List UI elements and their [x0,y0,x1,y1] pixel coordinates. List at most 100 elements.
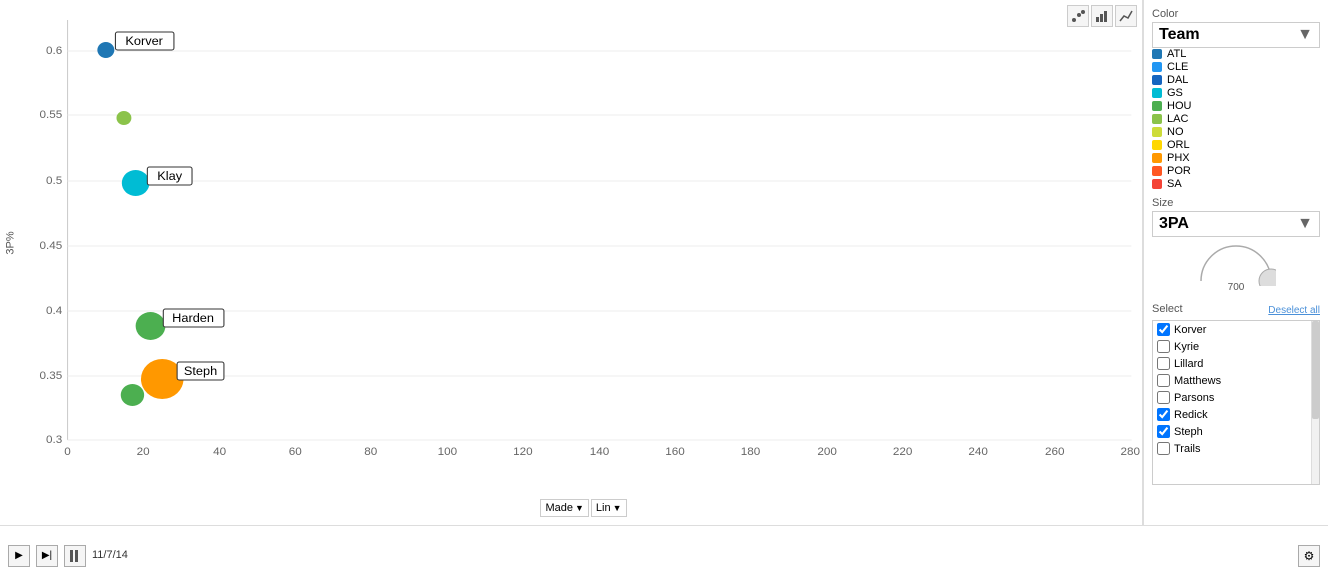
chart-area: 3P% 0.6 0.55 0.5 0.45 [0,0,1143,525]
chart-toolbar [1067,5,1137,27]
checkbox-parsons[interactable] [1157,391,1170,404]
x-scale-dropdown[interactable]: Lin ▼ [591,499,627,517]
select-item-kyrie[interactable]: Kyrie [1153,338,1319,355]
svg-text:Korver: Korver [125,34,163,48]
svg-text:Klay: Klay [157,169,183,183]
date-label: 11/7/14 [92,549,1292,561]
pause-button[interactable] [64,545,86,567]
legend-label-atl: ATL [1167,48,1186,60]
settings-button[interactable]: ⚙ [1298,545,1320,567]
legend-dot-gs [1152,88,1162,98]
checkbox-redick[interactable] [1157,408,1170,421]
data-point-unlabeled2[interactable] [121,384,144,406]
legend-label-dal: DAL [1167,74,1188,86]
svg-text:100: 100 [438,446,458,458]
play-button[interactable]: ▶ [8,545,30,567]
legend-label-phx: PHX [1167,152,1190,164]
legend-lac: LAC [1152,113,1320,125]
color-legend-list: ATL CLE DAL GS HOU [1152,48,1320,190]
legend-label-lac: LAC [1167,113,1188,125]
svg-text:160: 160 [665,446,685,458]
svg-text:140: 140 [590,446,610,458]
data-point-klay[interactable] [122,170,150,196]
svg-text:80: 80 [364,446,377,458]
legend-dot-por [1152,166,1162,176]
select-item-lillard[interactable]: Lillard [1153,355,1319,372]
bar-chart-button[interactable] [1091,5,1113,27]
svg-text:200: 200 [817,446,837,458]
svg-text:20: 20 [137,446,150,458]
select-item-label-steph: Steph [1174,426,1203,438]
svg-text:0: 0 [64,446,71,458]
play-icon: ▶ [15,550,23,561]
legend-label-no: NO [1167,126,1184,138]
select-item-label-lillard: Lillard [1174,358,1203,370]
legend-label-por: POR [1167,165,1191,177]
svg-text:260: 260 [1045,446,1065,458]
data-point-harden[interactable] [136,312,166,340]
y-axis-label: 3P% [5,231,17,254]
legend-label-hou: HOU [1167,100,1191,112]
select-label: Select [1152,303,1183,315]
legend-label-cle: CLE [1167,61,1188,73]
data-point-unlabeled1[interactable] [116,111,131,125]
svg-text:60: 60 [289,446,302,458]
bottom-bar: ▶ ▶| 11/7/14 ⚙ [0,525,1328,585]
checkbox-korver[interactable] [1157,323,1170,336]
legend-dot-orl [1152,140,1162,150]
select-list-wrapper[interactable]: KorverKyrie Lillard MatthewsParsonsRedick S… [1152,320,1320,485]
legend-sa: SA [1152,178,1320,190]
x-scale-label: Lin [596,502,611,514]
pause-icon [70,550,80,562]
select-item-korver[interactable]: Korver [1153,321,1319,338]
legend-por: POR [1152,165,1320,177]
color-label: Color [1152,8,1320,20]
x-axis-dropdown-arrow: ▼ [575,503,584,513]
checkbox-matthews[interactable] [1157,374,1170,387]
line-chart-button[interactable] [1115,5,1137,27]
data-point-korver[interactable] [97,42,114,58]
checkbox-lillard[interactable] [1157,357,1170,370]
size-dropdown-arrow: ▼ [1297,215,1313,233]
checkbox-kyrie[interactable] [1157,340,1170,353]
legend-dot-lac [1152,114,1162,124]
select-header: Select Deselect all [1152,303,1320,317]
svg-text:0.4: 0.4 [46,305,62,317]
svg-text:40: 40 [213,446,226,458]
checkbox-trails[interactable] [1157,442,1170,455]
select-item-matthews[interactable]: Matthews [1153,372,1319,389]
legend-dot-atl [1152,49,1162,59]
color-dropdown[interactable]: Team ▼ [1152,22,1320,48]
select-item-redick[interactable]: Redick [1153,406,1319,423]
svg-text:240: 240 [968,446,988,458]
svg-text:220: 220 [893,446,913,458]
size-dropdown[interactable]: 3PA ▼ [1152,211,1320,237]
legend-dal: DAL [1152,74,1320,86]
size-arc: 700 [1152,241,1320,293]
select-item-steph[interactable]: Steph [1153,423,1319,440]
legend-dot-hou [1152,101,1162,111]
size-max-value: 700 [1228,282,1245,293]
size-section: Size 3PA ▼ 700 [1152,197,1320,297]
legend-phx: PHX [1152,152,1320,164]
checkbox-steph[interactable] [1157,425,1170,438]
x-scale-dropdown-arrow: ▼ [613,503,622,513]
svg-text:0.5: 0.5 [46,175,62,187]
select-item-trails[interactable]: Trails [1153,440,1319,457]
step-button[interactable]: ▶| [36,545,58,567]
scatter-plot-button[interactable] [1067,5,1089,27]
select-list: KorverKyrie Lillard MatthewsParsonsRedick S… [1153,321,1319,457]
legend-label-orl: ORL [1167,139,1190,151]
legend-cle: CLE [1152,61,1320,73]
x-axis-dropdown[interactable]: Made ▼ [540,499,588,517]
legend-hou: HOU [1152,100,1320,112]
deselect-all-button[interactable]: Deselect all [1268,305,1320,316]
color-section: Color Team ▼ ATL CLE DAL [1152,8,1320,191]
legend-dot-dal [1152,75,1162,85]
legend-atl: ATL [1152,48,1320,60]
scatter-chart: 0.6 0.55 0.5 0.45 0.4 0.35 0.3 0 20 40 [25,10,1142,480]
legend-label-gs: GS [1167,87,1183,99]
right-panel: Color Team ▼ ATL CLE DAL [1143,0,1328,525]
legend-dot-cle [1152,62,1162,72]
select-item-parsons[interactable]: Parsons [1153,389,1319,406]
